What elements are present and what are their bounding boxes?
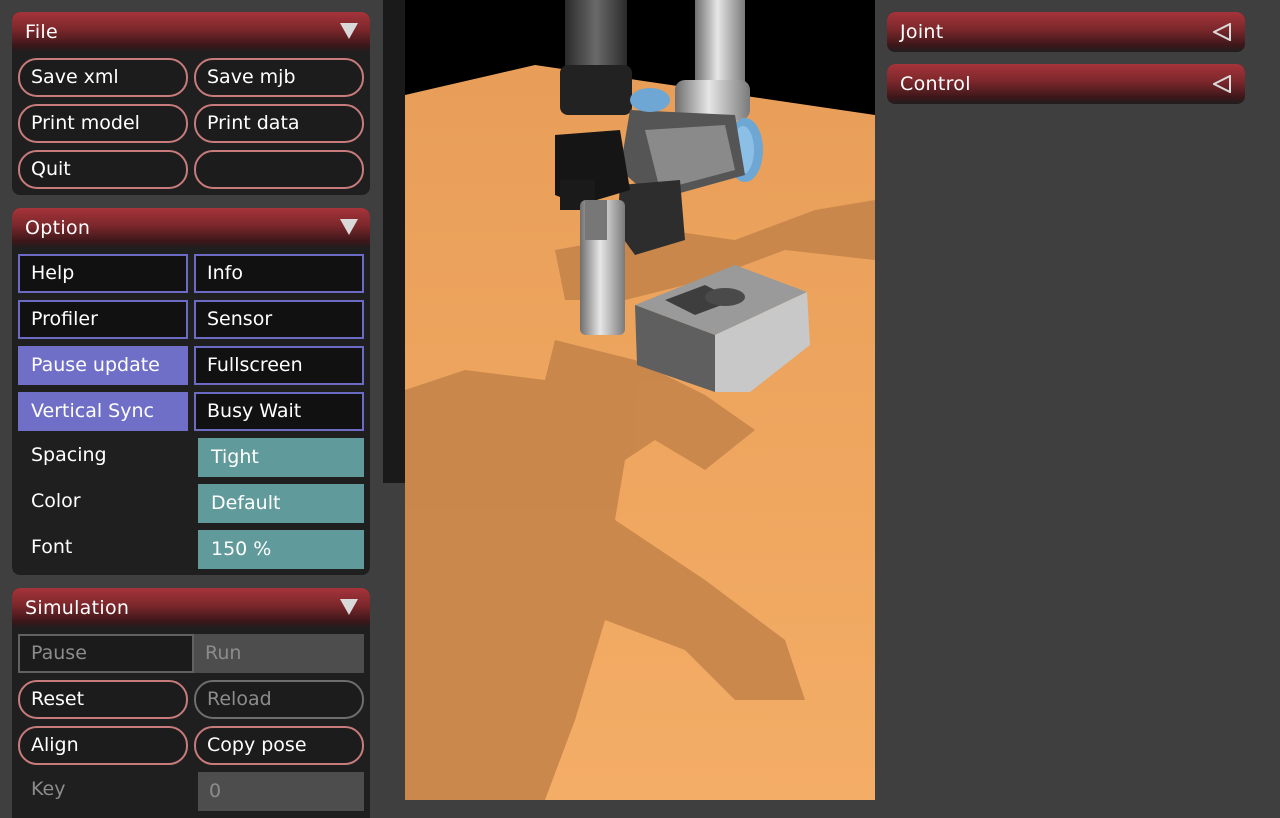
simulation-panel-header[interactable]: Simulation [12, 588, 370, 628]
key-label: Key [31, 778, 66, 800]
key-slider[interactable]: 0 [198, 772, 364, 811]
collapse-triangle-icon[interactable] [340, 219, 358, 235]
sensor-checkbox[interactable]: Sensor [194, 300, 364, 339]
print-model-button[interactable]: Print model [18, 104, 188, 143]
busy-wait-checkbox[interactable]: Busy Wait [194, 392, 364, 431]
file-panel-header[interactable]: File [12, 12, 370, 52]
scene-render [405, 0, 875, 800]
option-panel: Option Help Info Profiler Sensor Pause u… [12, 208, 370, 575]
copy-pose-button[interactable]: Copy pose [194, 726, 364, 765]
fullscreen-checkbox[interactable]: Fullscreen [194, 346, 364, 385]
empty-button[interactable] [194, 150, 364, 189]
quit-button[interactable]: Quit [18, 150, 188, 189]
3d-viewport[interactable] [405, 0, 875, 800]
option-panel-header[interactable]: Option [12, 208, 370, 248]
file-panel-title: File [25, 21, 58, 43]
simulation-panel: Simulation Pause Run Reset Reload Align … [12, 588, 370, 818]
font-select[interactable]: 150 % [198, 530, 364, 569]
collapse-triangle-icon[interactable] [340, 23, 358, 39]
profiler-checkbox[interactable]: Profiler [18, 300, 188, 339]
help-checkbox[interactable]: Help [18, 254, 188, 293]
pause-radio[interactable]: Pause [18, 634, 194, 673]
control-panel-title: Control [900, 73, 971, 95]
save-mjb-button[interactable]: Save mjb [194, 58, 364, 97]
collapse-triangle-icon[interactable] [340, 599, 358, 615]
run-radio[interactable]: Run [194, 634, 364, 673]
pause-update-checkbox[interactable]: Pause update [18, 346, 188, 385]
control-panel: Control [887, 64, 1245, 104]
font-label: Font [31, 536, 73, 558]
joint-panel-title: Joint [900, 21, 944, 43]
spacing-label: Spacing [31, 444, 107, 466]
left-ui-scrollbar[interactable] [383, 0, 405, 483]
joint-panel-header[interactable]: Joint [887, 12, 1245, 52]
reset-button[interactable]: Reset [18, 680, 188, 719]
print-data-button[interactable]: Print data [194, 104, 364, 143]
expand-triangle-icon[interactable] [1213, 75, 1231, 93]
color-select[interactable]: Default [198, 484, 364, 523]
align-button[interactable]: Align [18, 726, 188, 765]
expand-triangle-icon[interactable] [1213, 23, 1231, 41]
control-panel-header[interactable]: Control [887, 64, 1245, 104]
spacing-select[interactable]: Tight [198, 438, 364, 477]
color-label: Color [31, 490, 81, 512]
simulation-panel-title: Simulation [25, 597, 130, 619]
vertical-sync-checkbox[interactable]: Vertical Sync [18, 392, 188, 431]
file-panel: File Save xml Save mjb Print model Print… [12, 12, 370, 195]
joint-panel: Joint [887, 12, 1245, 52]
option-panel-title: Option [25, 217, 91, 239]
save-xml-button[interactable]: Save xml [18, 58, 188, 97]
reload-button[interactable]: Reload [194, 680, 364, 719]
info-checkbox[interactable]: Info [194, 254, 364, 293]
